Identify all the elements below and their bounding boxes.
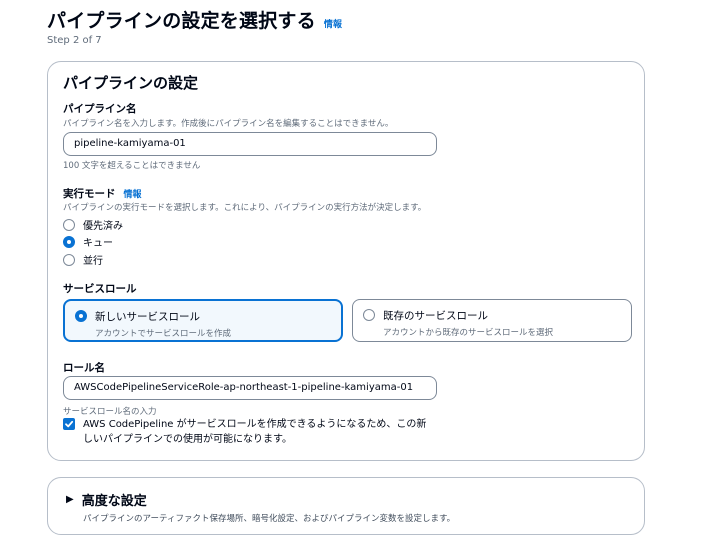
panel-title: パイプラインの設定 xyxy=(63,74,199,92)
radio-label: キュー xyxy=(83,238,113,249)
service-role-label: サービスロール xyxy=(63,283,137,295)
radio-button[interactable] xyxy=(63,253,75,266)
advanced-settings-panel[interactable]: ▶ 高度な設定 パイプラインのアーティファクト保存場所、暗号化設定、およびパイプ… xyxy=(47,477,645,535)
execution-mode-label-text: 実行モード xyxy=(63,188,116,200)
checkbox-label: AWS CodePipeline がサービスロールを作成できるようになるため、こ… xyxy=(83,417,426,447)
new-service-role-description: アカウントでサービスロールを作成 xyxy=(95,329,232,339)
advanced-settings-title: 高度な設定 xyxy=(81,494,147,509)
execution-mode-description: パイプラインの実行モードを選択します。これにより、パイプラインの実行方法が決定し… xyxy=(63,203,427,213)
pipeline-name-constraint: 100 文字を超えることはできません xyxy=(63,161,201,171)
checkbox-checked[interactable] xyxy=(63,418,75,430)
page-title: パイプラインの設定を選択する 情報 xyxy=(47,6,342,33)
pipeline-name-label: パイプライン名 xyxy=(63,103,137,115)
page-title-text: パイプラインの設定を選択する xyxy=(47,10,316,32)
execution-mode-info-link[interactable]: 情報 xyxy=(124,187,142,200)
pipeline-name-input[interactable]: pipeline-kamiyama-01 xyxy=(63,132,437,156)
radio-label: 並行 xyxy=(83,256,103,267)
radio-button[interactable] xyxy=(63,218,75,231)
new-service-role-title: 新しいサービスロール xyxy=(95,311,200,323)
role-name-hint: サービスロール名の入力 xyxy=(63,407,157,417)
checkmark-icon xyxy=(65,420,74,428)
checkbox-label-line: しいパイプラインでの使用が可能になります。 xyxy=(83,434,292,445)
allow-service-role-checkbox-row[interactable]: AWS CodePipeline がサービスロールを作成できるようになるため、こ… xyxy=(63,417,426,447)
role-name-input[interactable]: AWSCodePipelineServiceRole-ap-northeast-… xyxy=(63,376,437,400)
pipeline-settings-panel: パイプラインの設定 パイプライン名 パイプライン名を入力します。作成後にパイプラ… xyxy=(47,61,645,461)
radio-button-selected[interactable] xyxy=(63,235,75,248)
caret-right-icon[interactable]: ▶ xyxy=(66,494,74,505)
existing-service-role-title: 既存のサービスロール xyxy=(383,310,488,322)
pipeline-name-description: パイプライン名を入力します。作成後にパイプライン名を編集することはできません。 xyxy=(63,119,394,129)
advanced-settings-description: パイプラインのアーティファクト保存場所、暗号化設定、およびパイプライン変数を設定… xyxy=(83,514,456,524)
radio-label: 優先済み xyxy=(83,221,123,232)
step-indicator: Step 2 of 7 xyxy=(47,35,102,46)
radio-option-parallel[interactable]: 並行 xyxy=(63,252,103,267)
radio-option-queued[interactable]: キュー xyxy=(63,234,113,249)
new-service-role-tile[interactable]: 新しいサービスロール アカウントでサービスロールを作成 xyxy=(63,299,343,342)
execution-mode-label: 実行モード 情報 xyxy=(63,186,142,201)
checkbox-label-line: AWS CodePipeline がサービスロールを作成できるようになるため、こ… xyxy=(83,419,427,430)
radio-button-selected[interactable] xyxy=(75,310,87,322)
advanced-settings-header[interactable]: ▶ 高度な設定 xyxy=(66,490,147,509)
existing-service-role-tile[interactable]: 既存のサービスロール アカウントから既存のサービスロールを選択 xyxy=(352,299,632,342)
info-link[interactable]: 情報 xyxy=(324,17,342,30)
radio-button[interactable] xyxy=(363,309,375,321)
existing-service-role-description: アカウントから既存のサービスロールを選択 xyxy=(383,328,554,338)
role-name-label: ロール名 xyxy=(63,362,105,374)
radio-option-superseded[interactable]: 優先済み xyxy=(63,217,123,232)
